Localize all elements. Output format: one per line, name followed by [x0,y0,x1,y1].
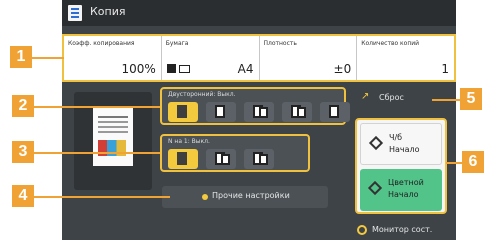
text-lines [98,116,128,118]
nup-option-off[interactable] [168,149,198,169]
other-settings-button[interactable]: Прочие настройки [162,186,328,208]
two-in-one-second-icon [221,154,230,165]
four-in-one-second-icon [259,154,268,165]
callout-2: 2 [12,95,34,117]
callout-4: 4 [12,185,34,207]
zoom-cell[interactable]: Коэфф. копирования 100% [64,36,162,80]
callout-6-leader [446,162,462,164]
paper-value: A4 [237,62,254,76]
start-diamond-icon [367,180,383,196]
paper-cell[interactable]: Бумага A4 [162,36,260,80]
callout-3: 3 [12,141,34,163]
nup-label: N на 1: Выкл. [168,138,210,145]
callout-6: 6 [462,151,484,173]
callout-1-leader [32,57,64,59]
nup-options [168,149,274,169]
callout-1: 1 [10,46,32,68]
density-cell[interactable]: Плотность ±0 [260,36,358,80]
copies-label: Количество копий [361,40,420,47]
zoom-value: 100% [121,62,156,76]
one-sided-icon [177,105,187,118]
copy-screen: Копия Коэфф. копирования 100% Бумага A4 … [62,0,456,240]
duplex-more-icon [329,105,339,118]
callout-4-leader [34,196,170,198]
nup-group: N на 1: Выкл. [160,134,310,172]
bw-start-line1: Ч/б [389,133,403,142]
callout-5: 5 [460,88,482,110]
nup-option-2in1[interactable] [206,149,236,169]
bw-start-button[interactable]: Ч/б Начало [360,123,442,165]
title-bar: Копия [62,0,456,26]
window-title: Копия [90,5,126,18]
duplex-option-1to1[interactable] [168,102,198,122]
color-start-line1: Цветной [388,178,424,187]
one-to-two-sided-icon [215,105,225,118]
reset-label: Сброс [379,93,404,102]
duplex-option-1to2[interactable] [206,102,236,122]
tray-icon [166,64,176,73]
callout-3-leader [34,152,160,154]
callout-2-leader [34,106,160,108]
other-settings-label: Прочие настройки [212,191,290,200]
paper-icon [178,65,190,73]
callout-5-leader [432,99,460,101]
status-monitor-button[interactable]: Монитор сост. [357,222,456,240]
zoom-label: Коэфф. копирования [68,40,135,47]
one-page-icon [177,152,187,165]
paper-label: Бумага [165,40,189,47]
page-thumbnail [93,108,133,166]
duplex-label: Двусторонний: Выкл. [168,91,236,98]
color-start-line2: Начало [388,190,419,199]
nup-option-4in1[interactable] [244,149,274,169]
status-monitor-label: Монитор сост. [372,225,433,234]
status-monitor-icon [357,225,367,235]
settings-summary-row: Коэфф. копирования 100% Бумага A4 Плотно… [62,34,456,82]
density-label: Плотность [263,40,297,47]
copies-value: 1 [441,62,449,76]
duplex-group: Двусторонний: Выкл. [160,87,350,125]
color-start-button[interactable]: Цветной Начало [360,169,442,211]
start-buttons-group: Ч/б Начало Цветной Начало [355,118,447,214]
dot-icon [202,194,208,200]
duplex-option-2to2[interactable] [244,102,274,122]
start-diamond-icon [368,135,384,151]
two-sided-back-icon [259,107,268,118]
reset-arrow-icon: ↗ [361,91,370,102]
copy-icon [68,5,82,21]
density-value: ±0 [333,62,352,76]
copies-cell[interactable]: Количество копий 1 [357,36,454,80]
duplex-options [168,102,350,122]
paper-source-icons [166,64,190,73]
duplex-option-more[interactable] [320,102,350,122]
duplex-option-2to1[interactable] [282,102,312,122]
bw-start-line2: Начало [389,145,420,154]
two-to-one-back-icon [297,107,306,118]
